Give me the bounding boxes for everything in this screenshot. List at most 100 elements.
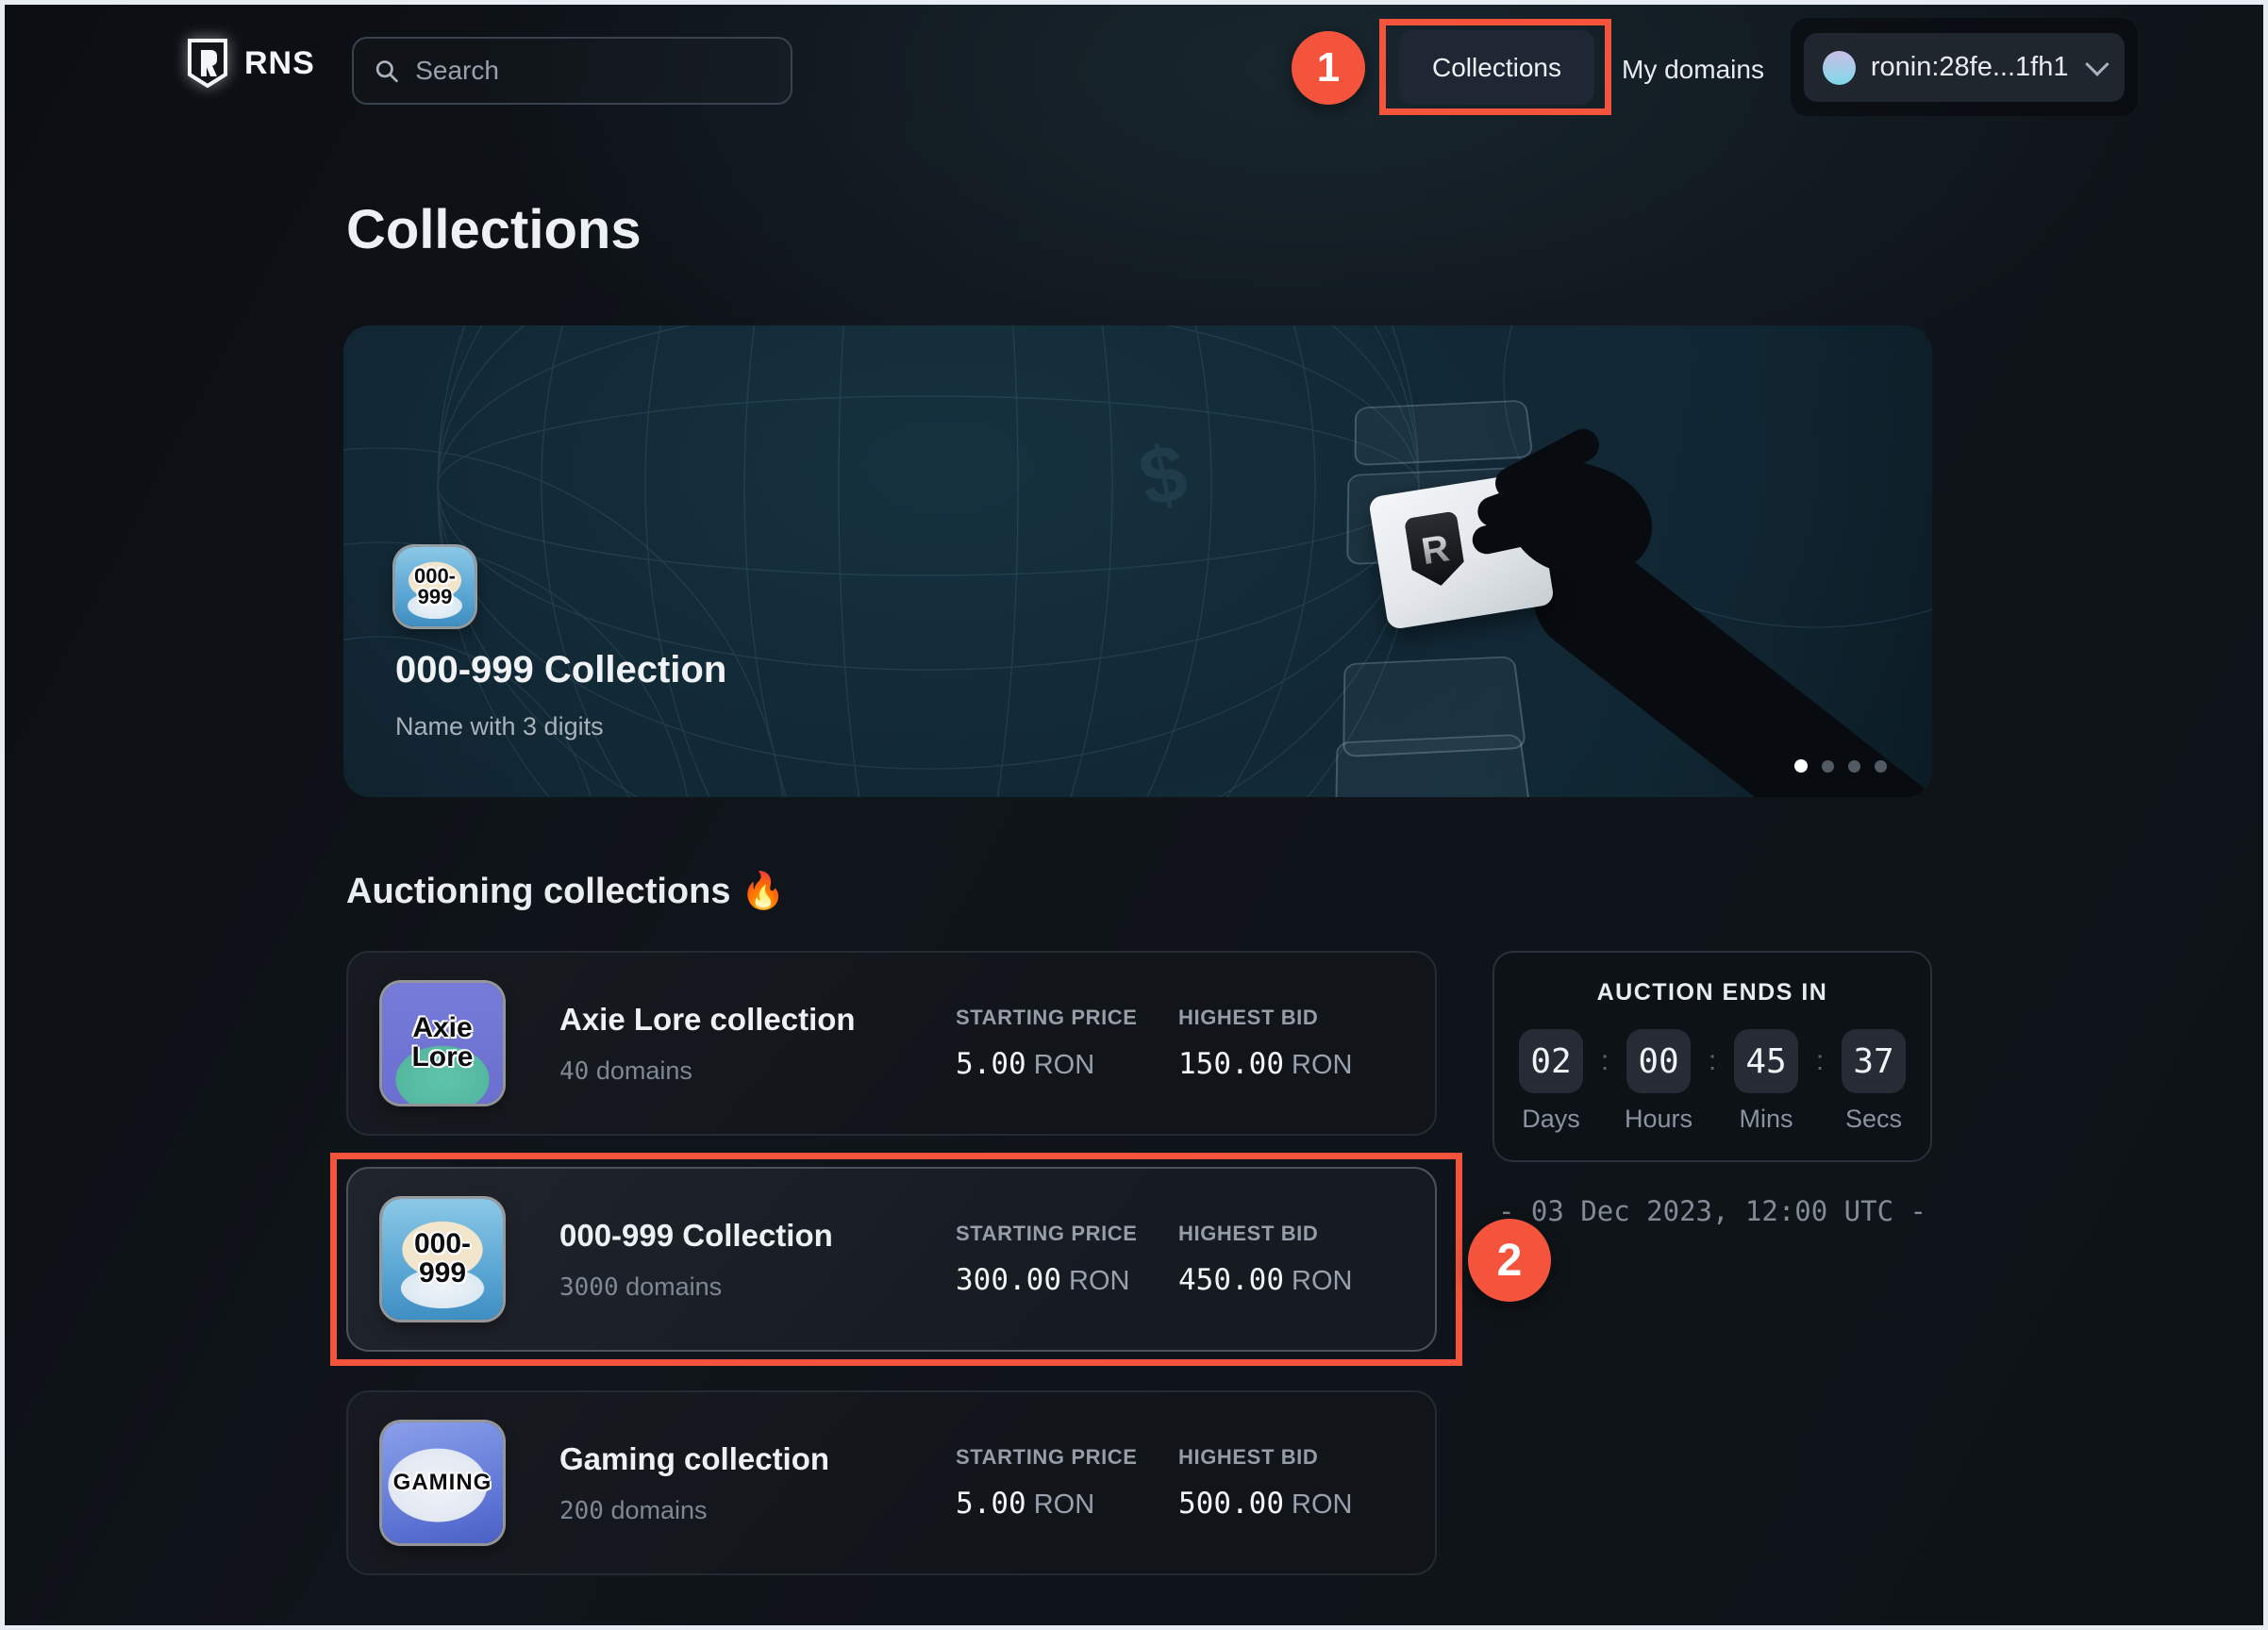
price-amount: 500.00: [1178, 1487, 1284, 1521]
highest-bid-column: HIGHEST BID 450.00 RON: [1178, 1222, 1401, 1297]
countdown-secs-label: Secs: [1845, 1105, 1902, 1134]
price-currency: RON: [1026, 1489, 1095, 1520]
domains-count: 40: [559, 1057, 589, 1086]
starting-price-column: STARTING PRICE 5.00 RON: [956, 1445, 1178, 1521]
starting-price-label: STARTING PRICE: [956, 1222, 1178, 1246]
collection-000-999-icon: 000- 999: [395, 547, 475, 626]
price-currency: RON: [1061, 1266, 1130, 1296]
hero-collection-subtitle: Name with 3 digits: [395, 712, 726, 741]
domains-count: 3000: [559, 1273, 619, 1302]
collection-card-gaming[interactable]: GAMING Gaming collection 200 domains STA…: [346, 1390, 1437, 1575]
collection-000-999-icon: 000- 999: [382, 1199, 503, 1320]
highest-bid-value: 500.00 RON: [1178, 1487, 1401, 1521]
wallet-address: ronin:28fe...1fh1: [1871, 52, 2069, 83]
icon-text: 000-: [414, 566, 456, 587]
starting-price-column: STARTING PRICE 300.00 RON: [956, 1222, 1178, 1297]
price-amount: 300.00: [956, 1263, 1061, 1297]
annotation-step-1-number: 1: [1317, 44, 1340, 91]
starting-price-value: 5.00 RON: [956, 1487, 1178, 1521]
wallet-avatar: [1823, 51, 1856, 85]
wallet-chip[interactable]: ronin:28fe...1fh1: [1804, 33, 2125, 102]
price-currency: RON: [1284, 1266, 1353, 1296]
collection-domains: 40 domains: [559, 1056, 956, 1086]
ronin-shield-icon: R: [1404, 510, 1467, 590]
highest-bid-column: HIGHEST BID 500.00 RON: [1178, 1445, 1401, 1521]
starting-price-column: STARTING PRICE 5.00 RON: [956, 1006, 1178, 1081]
countdown-days-label: Days: [1522, 1105, 1580, 1134]
search-box[interactable]: [352, 37, 792, 105]
highest-bid-label: HIGHEST BID: [1178, 1006, 1401, 1030]
icon-text: 000-: [414, 1230, 471, 1259]
price-amount: 5.00: [956, 1487, 1026, 1521]
carousel-dot-4[interactable]: [1875, 760, 1887, 773]
starting-price-label: STARTING PRICE: [956, 1006, 1178, 1030]
chevron-down-icon: [2086, 52, 2110, 75]
timer-separator: :: [1798, 1029, 1842, 1093]
starting-price-value: 5.00 RON: [956, 1047, 1178, 1081]
countdown-mins: 45 Mins: [1734, 1029, 1798, 1134]
card-info: Axie Lore collection 40 domains: [559, 1002, 956, 1086]
fire-emoji-icon: 🔥: [741, 872, 785, 911]
price-amount: 5.00: [956, 1047, 1026, 1081]
countdown-hours: 00 Hours: [1626, 1029, 1691, 1134]
gaming-collection-icon: GAMING: [382, 1422, 503, 1543]
hero-collection-title: 000-999 Collection: [395, 649, 726, 691]
countdown-hours-value: 00: [1626, 1029, 1691, 1093]
collection-card-000-999[interactable]: 000- 999 000-999 Collection 3000 domains…: [346, 1167, 1437, 1352]
collection-name: Axie Lore collection: [559, 1002, 956, 1038]
collection-domains: 200 domains: [559, 1496, 956, 1525]
nav-my-domains-label: My domains: [1622, 55, 1764, 84]
nav-collections-button[interactable]: Collections: [1399, 30, 1594, 105]
annotation-step-2: 2: [1468, 1219, 1551, 1302]
domains-suffix: domains: [619, 1272, 723, 1301]
timer-separator: :: [1691, 1029, 1734, 1093]
annotation-step-1: 1: [1292, 31, 1365, 105]
brand: RNS: [186, 39, 315, 88]
domains-count: 200: [559, 1497, 604, 1525]
carousel-dots: [1794, 759, 1887, 773]
price-currency: RON: [1284, 1489, 1353, 1520]
auction-end-date: - 03 Dec 2023, 12:00 UTC -: [1493, 1195, 1932, 1227]
carousel-dot-2[interactable]: [1822, 760, 1834, 773]
collection-card-axie-lore[interactable]: Axie Lore Axie Lore collection 40 domain…: [346, 951, 1437, 1136]
countdown-hours-label: Hours: [1625, 1105, 1693, 1134]
countdown-days: 02 Days: [1519, 1029, 1583, 1134]
card-info: Gaming collection 200 domains: [559, 1441, 956, 1525]
highest-bid-value: 150.00 RON: [1178, 1047, 1401, 1081]
search-icon: [375, 58, 398, 84]
price-amount: 150.00: [1178, 1047, 1284, 1081]
price-currency: RON: [1284, 1050, 1353, 1080]
search-input[interactable]: [413, 55, 770, 87]
countdown-secs-value: 37: [1842, 1029, 1906, 1093]
ronin-logo-icon: [186, 39, 229, 88]
collection-name: 000-999 Collection: [559, 1218, 956, 1254]
countdown-timer: 02 Days : 00 Hours : 45 Mins : 37 Secs: [1519, 1029, 1906, 1134]
carousel-dot-3[interactable]: [1848, 760, 1860, 773]
highest-bid-value: 450.00 RON: [1178, 1263, 1401, 1297]
highest-bid-label: HIGHEST BID: [1178, 1445, 1401, 1470]
countdown-mins-value: 45: [1734, 1029, 1798, 1093]
card-info: 000-999 Collection 3000 domains: [559, 1218, 956, 1302]
domains-suffix: domains: [604, 1496, 708, 1524]
countdown-secs: 37 Secs: [1842, 1029, 1906, 1134]
hero-meta: 000- 999 000-999 Collection Name with 3 …: [395, 547, 726, 741]
highest-bid-label: HIGHEST BID: [1178, 1222, 1401, 1246]
auction-countdown-panel: AUCTION ENDS IN 02 Days : 00 Hours : 45 …: [1493, 951, 1932, 1162]
starting-price-label: STARTING PRICE: [956, 1445, 1178, 1470]
collection-domains: 3000 domains: [559, 1272, 956, 1302]
icon-text: GAMING: [393, 1472, 492, 1494]
hero-banner[interactable]: $ R 000- 999 000-999 Collection Name wit…: [343, 325, 1932, 797]
carousel-dot-1[interactable]: [1794, 759, 1808, 773]
nav-my-domains[interactable]: My domains: [1622, 55, 1764, 85]
annotation-step-2-number: 2: [1497, 1235, 1523, 1287]
app-window: RNS Collections My domains ronin:28fe...…: [0, 0, 2268, 1630]
countdown-mins-label: Mins: [1739, 1105, 1793, 1134]
price-currency: RON: [1026, 1050, 1095, 1080]
icon-text: 999: [418, 587, 453, 607]
starting-price-value: 300.00 RON: [956, 1263, 1178, 1297]
domains-suffix: domains: [589, 1056, 692, 1085]
page-title: Collections: [346, 198, 642, 261]
icon-text: 999: [419, 1259, 466, 1289]
icon-text: Axie: [412, 1014, 472, 1043]
auction-panel-title: AUCTION ENDS IN: [1597, 979, 1828, 1006]
